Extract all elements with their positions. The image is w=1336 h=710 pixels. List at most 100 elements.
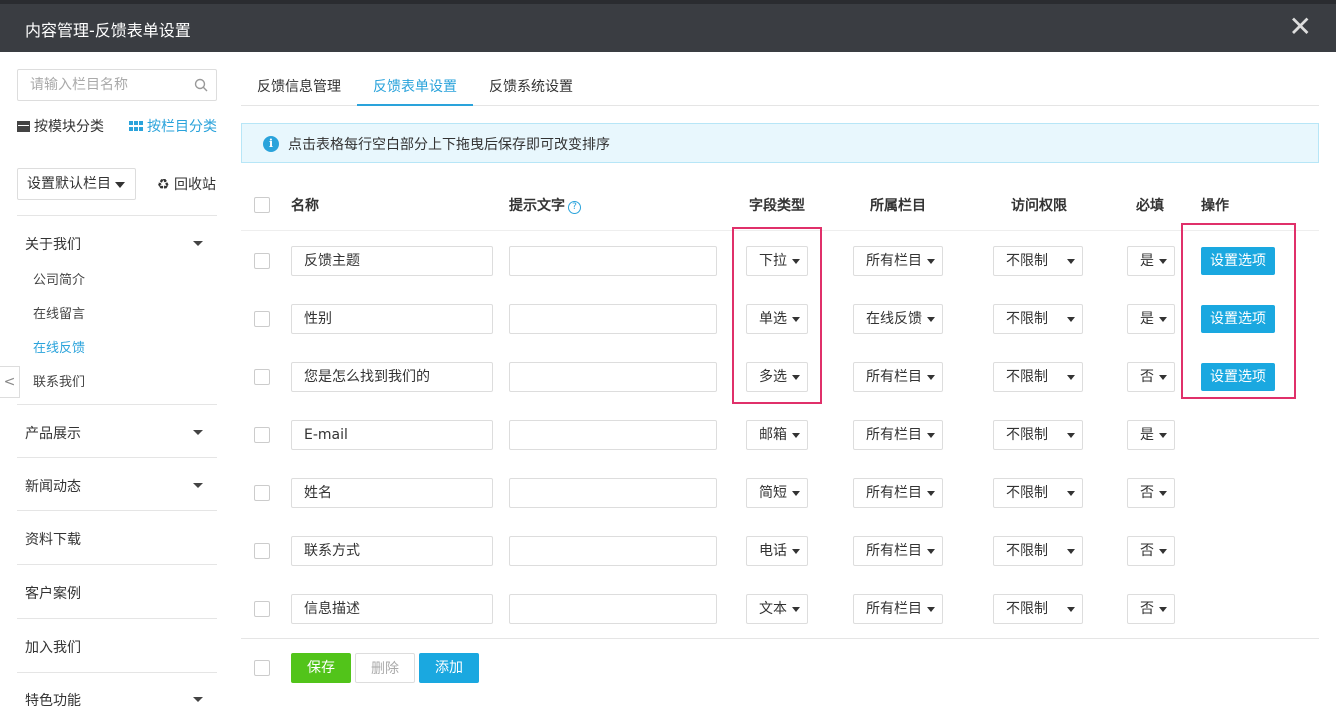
select-value: 不限制 (1006, 369, 1048, 385)
field-hint-input[interactable] (509, 478, 717, 508)
field-access-select[interactable]: 不限制 (993, 420, 1083, 450)
field-hint-input[interactable] (509, 420, 717, 450)
sidebar-item-label: 客户案例 (25, 586, 81, 602)
chevron-down-icon (1159, 491, 1167, 496)
chevron-down-icon (1067, 433, 1075, 438)
main-content: 反馈信息管理 反馈表单设置 反馈系统设置 i 点击表格每行空白部分上下拖曳后保存… (241, 52, 1319, 706)
by-column-toggle[interactable]: 按栏目分类 (129, 116, 217, 136)
field-required-select[interactable]: 否 (1127, 478, 1175, 508)
search-icon[interactable] (194, 78, 208, 92)
sidebar-item-downloads[interactable]: 资料下载 (25, 529, 81, 549)
collapse-sidebar-button[interactable]: < (0, 366, 20, 398)
field-hint-input[interactable] (509, 246, 717, 276)
field-access-select[interactable]: 不限制 (993, 246, 1083, 276)
chevron-down-icon (927, 259, 935, 264)
tab-feedback-info[interactable]: 反馈信息管理 (257, 76, 341, 106)
field-name-input[interactable]: 联系方式 (291, 536, 493, 566)
field-required-select[interactable]: 是 (1127, 304, 1175, 334)
field-access-select[interactable]: 不限制 (993, 304, 1083, 334)
field-required-select[interactable]: 否 (1127, 536, 1175, 566)
column-search (17, 69, 217, 101)
field-column-select[interactable]: 所有栏目 (853, 478, 943, 508)
row-checkbox[interactable] (254, 543, 270, 559)
chevron-down-icon (792, 549, 800, 554)
chevron-down-icon (792, 491, 800, 496)
field-name-input[interactable]: 性别 (291, 304, 493, 334)
header-action: 操作 (1201, 198, 1229, 214)
sidebar-item-features[interactable]: 特色功能 (25, 690, 203, 710)
header-name: 名称 (291, 198, 319, 214)
field-access-select[interactable]: 不限制 (993, 594, 1083, 624)
footer-select-all-checkbox[interactable] (254, 660, 270, 676)
field-type-select[interactable]: 简短 (746, 478, 808, 508)
field-name-input[interactable]: 姓名 (291, 478, 493, 508)
tab-bar: 反馈信息管理 反馈表单设置 反馈系统设置 (241, 70, 1319, 106)
field-hint-input[interactable] (509, 362, 717, 392)
sidebar-item-products[interactable]: 产品展示 (25, 423, 203, 443)
window-titlebar: 内容管理-反馈表单设置 ✕ (0, 0, 1336, 52)
select-value: 邮箱 (759, 427, 787, 443)
field-column-select[interactable]: 所有栏目 (853, 594, 943, 624)
field-access-select[interactable]: 不限制 (993, 478, 1083, 508)
field-name-input[interactable]: E-mail (291, 420, 493, 450)
by-module-toggle[interactable]: 按模块分类 (17, 116, 104, 136)
field-type-select[interactable]: 邮箱 (746, 420, 808, 450)
select-value: 是 (1140, 311, 1154, 327)
divider (17, 618, 217, 619)
select-value: 否 (1140, 601, 1154, 617)
column-search-input[interactable] (18, 70, 188, 100)
field-required-select[interactable]: 否 (1127, 594, 1175, 624)
row-checkbox[interactable] (254, 311, 270, 327)
row-checkbox[interactable] (254, 601, 270, 617)
sidebar-item-label: 关于我们 (25, 237, 81, 253)
delete-button[interactable]: 删除 (355, 653, 415, 683)
recycle-bin-link[interactable]: ♻ 回收站 (157, 174, 216, 194)
field-name-input[interactable]: 您是怎么找到我们的 (291, 362, 493, 392)
sidebar-subitem-company[interactable]: 公司简介 (33, 269, 85, 288)
field-column-select[interactable]: 所有栏目 (853, 536, 943, 566)
field-access-select[interactable]: 不限制 (993, 362, 1083, 392)
field-name-input[interactable]: 信息描述 (291, 594, 493, 624)
sidebar-subitem-feedback[interactable]: 在线反馈 (33, 337, 85, 356)
row-checkbox[interactable] (254, 427, 270, 443)
chevron-down-icon (1159, 259, 1167, 264)
field-required-select[interactable]: 是 (1127, 420, 1175, 450)
field-hint-input[interactable] (509, 594, 717, 624)
sidebar-item-label: 资料下载 (25, 532, 81, 548)
close-icon[interactable]: ✕ (1289, 12, 1312, 42)
sidebar-item-about[interactable]: 关于我们 (25, 234, 203, 254)
select-all-checkbox[interactable] (254, 197, 270, 213)
select-value: 否 (1140, 543, 1154, 559)
field-type-select[interactable]: 电话 (746, 536, 808, 566)
sidebar-item-news[interactable]: 新闻动态 (25, 476, 203, 496)
field-column-select[interactable]: 在线反馈 (853, 304, 943, 334)
field-type-select[interactable]: 文本 (746, 594, 808, 624)
sidebar-item-join[interactable]: 加入我们 (25, 637, 81, 657)
tab-feedback-system[interactable]: 反馈系统设置 (489, 76, 573, 106)
row-checkbox[interactable] (254, 369, 270, 385)
header-required: 必填 (1136, 198, 1164, 214)
select-value: 所有栏目 (866, 543, 922, 559)
chevron-down-icon (792, 433, 800, 438)
sidebar-subitem-message[interactable]: 在线留言 (33, 303, 85, 322)
add-button[interactable]: 添加 (419, 653, 479, 683)
row-checkbox[interactable] (254, 485, 270, 501)
sidebar-item-cases[interactable]: 客户案例 (25, 583, 81, 603)
field-required-select[interactable]: 否 (1127, 362, 1175, 392)
tab-feedback-form[interactable]: 反馈表单设置 (357, 76, 473, 106)
default-column-select[interactable]: 设置默认栏目 (17, 168, 136, 200)
field-column-select[interactable]: 所有栏目 (853, 246, 943, 276)
sidebar-subitem-contact[interactable]: 联系我们 (33, 371, 85, 390)
chevron-down-icon (1067, 549, 1075, 554)
module-icon (17, 120, 30, 132)
field-column-select[interactable]: 所有栏目 (853, 420, 943, 450)
field-hint-input[interactable] (509, 536, 717, 566)
field-hint-input[interactable] (509, 304, 717, 334)
row-checkbox[interactable] (254, 253, 270, 269)
field-column-select[interactable]: 所有栏目 (853, 362, 943, 392)
save-button[interactable]: 保存 (291, 653, 351, 683)
field-name-input[interactable]: 反馈主题 (291, 246, 493, 276)
field-required-select[interactable]: 是 (1127, 246, 1175, 276)
field-access-select[interactable]: 不限制 (993, 536, 1083, 566)
help-icon[interactable]: ? (568, 201, 581, 214)
